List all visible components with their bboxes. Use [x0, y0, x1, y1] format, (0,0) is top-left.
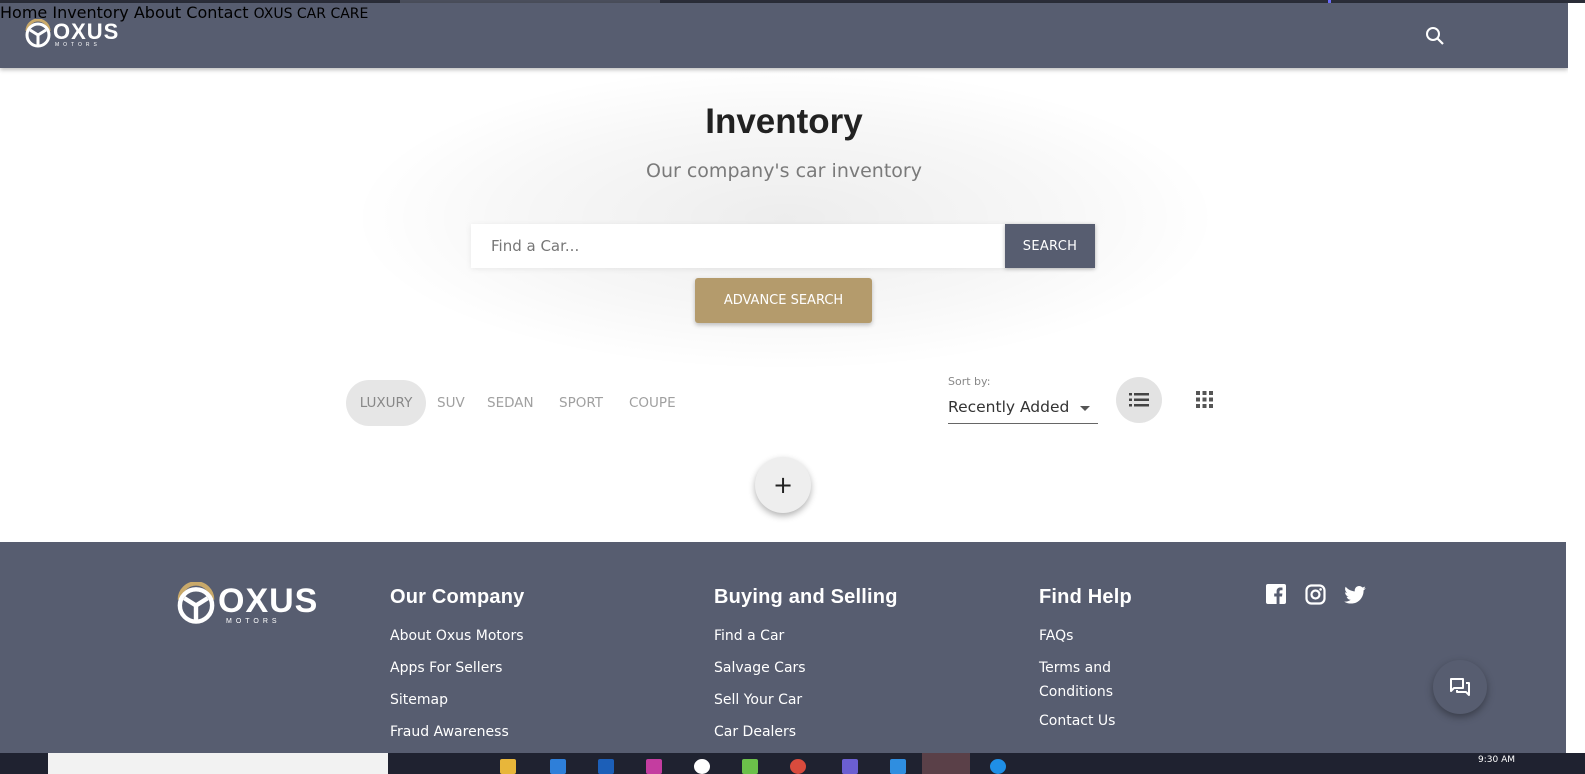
- taskbar-app-icon[interactable]: [990, 759, 1006, 774]
- add-car-button[interactable]: +: [755, 457, 811, 513]
- taskbar-app-icon[interactable]: [790, 759, 806, 774]
- taskbar-app-icon[interactable]: [550, 759, 566, 774]
- page-scrollbar[interactable]: [1568, 3, 1585, 753]
- category-tab-suv[interactable]: SUV: [437, 380, 465, 426]
- nav-car-care-link[interactable]: OXUS CAR CARE: [254, 6, 369, 22]
- footer-logo-wordmark: OXUS: [218, 581, 319, 620]
- site-footer: OXUS MOTORS Our Company About Oxus Motor…: [0, 542, 1566, 757]
- taskbar-search-box[interactable]: [48, 753, 388, 774]
- sort-by-label: Sort by:: [948, 375, 991, 388]
- footer-column-find-help: Find Help FAQs Terms and Conditions Cont…: [1039, 586, 1159, 744]
- facebook-icon[interactable]: [1266, 584, 1286, 604]
- site-header: OXUS MOTORS Home Inventory About Contact…: [0, 3, 1568, 68]
- taskbar-app-icon[interactable]: [842, 759, 858, 774]
- find-car-search-input[interactable]: [471, 224, 1006, 268]
- footer-link-apps-for-sellers[interactable]: Apps For Sellers: [390, 659, 524, 677]
- list-view-button[interactable]: [1116, 377, 1162, 423]
- grid-view-button[interactable]: [1182, 377, 1226, 421]
- footer-link-find-a-car[interactable]: Find a Car: [714, 627, 898, 645]
- category-tab-coupe[interactable]: COUPE: [629, 380, 676, 426]
- category-tab-sedan[interactable]: SEDAN: [487, 380, 534, 426]
- list-icon: [1129, 393, 1149, 407]
- chat-button[interactable]: [1433, 660, 1487, 714]
- page-subtitle: Our company's car inventory: [646, 160, 922, 182]
- footer-logo-tagline: MOTORS: [226, 617, 281, 625]
- page-title: Inventory: [705, 102, 863, 141]
- taskbar-app-icon[interactable]: [500, 759, 516, 774]
- twitter-icon[interactable]: [1344, 586, 1366, 604]
- os-taskbar: 9:30 AM: [0, 753, 1585, 774]
- chevron-down-icon[interactable]: [1080, 406, 1090, 411]
- plus-icon: +: [772, 471, 794, 499]
- taskbar-app-icon[interactable]: [646, 759, 662, 774]
- taskbar-clock[interactable]: 9:30 AM: [1478, 755, 1515, 765]
- footer-heading-find-help: Find Help: [1039, 586, 1132, 608]
- nav-about-link[interactable]: About: [134, 3, 181, 22]
- category-tab-sport[interactable]: SPORT: [559, 380, 603, 426]
- footer-heading-our-company: Our Company: [390, 586, 525, 608]
- footer-logo[interactable]: OXUS MOTORS: [174, 582, 318, 626]
- footer-link-terms[interactable]: Terms and Conditions: [1039, 656, 1159, 704]
- footer-link-faqs[interactable]: FAQs: [1039, 627, 1159, 645]
- logo-steering-wheel-icon: [25, 19, 51, 48]
- footer-link-car-dealers[interactable]: Car Dealers: [714, 723, 898, 741]
- footer-logo-steering-wheel-icon: [177, 582, 215, 624]
- footer-link-contact-us[interactable]: Contact Us: [1039, 712, 1159, 730]
- taskbar-app-icon[interactable]: [742, 759, 758, 774]
- advance-search-button[interactable]: ADVANCE SEARCH: [695, 278, 872, 323]
- taskbar-app-icon[interactable]: [890, 759, 906, 774]
- taskbar-app-icon[interactable]: [694, 759, 710, 774]
- footer-link-salvage-cars[interactable]: Salvage Cars: [714, 659, 898, 677]
- footer-link-sitemap[interactable]: Sitemap: [390, 691, 524, 709]
- header-logo[interactable]: OXUS MOTORS: [23, 19, 119, 49]
- instagram-icon[interactable]: [1305, 584, 1326, 605]
- nav-contact-link[interactable]: Contact: [186, 3, 248, 22]
- footer-link-about[interactable]: About Oxus Motors: [390, 627, 524, 645]
- grid-icon: [1195, 390, 1213, 408]
- chat-icon: [1450, 678, 1470, 696]
- footer-heading-buying-selling: Buying and Selling: [714, 586, 898, 608]
- footer-column-our-company: Our Company About Oxus Motors Apps For S…: [390, 586, 524, 755]
- sort-by-select[interactable]: Recently Added: [948, 394, 1098, 424]
- search-icon[interactable]: [1424, 25, 1446, 47]
- footer-link-fraud-awareness[interactable]: Fraud Awareness: [390, 723, 524, 741]
- taskbar-app-icon[interactable]: [922, 753, 970, 774]
- search-button[interactable]: SEARCH: [1005, 224, 1095, 268]
- footer-column-buying-selling: Buying and Selling Find a Car Salvage Ca…: [714, 586, 898, 755]
- taskbar-app-icon[interactable]: [598, 759, 614, 774]
- logo-tagline: MOTORS: [55, 41, 101, 48]
- category-tab-luxury[interactable]: LUXURY: [346, 380, 426, 426]
- logo-wordmark: OXUS: [53, 18, 120, 44]
- footer-link-sell-your-car[interactable]: Sell Your Car: [714, 691, 898, 709]
